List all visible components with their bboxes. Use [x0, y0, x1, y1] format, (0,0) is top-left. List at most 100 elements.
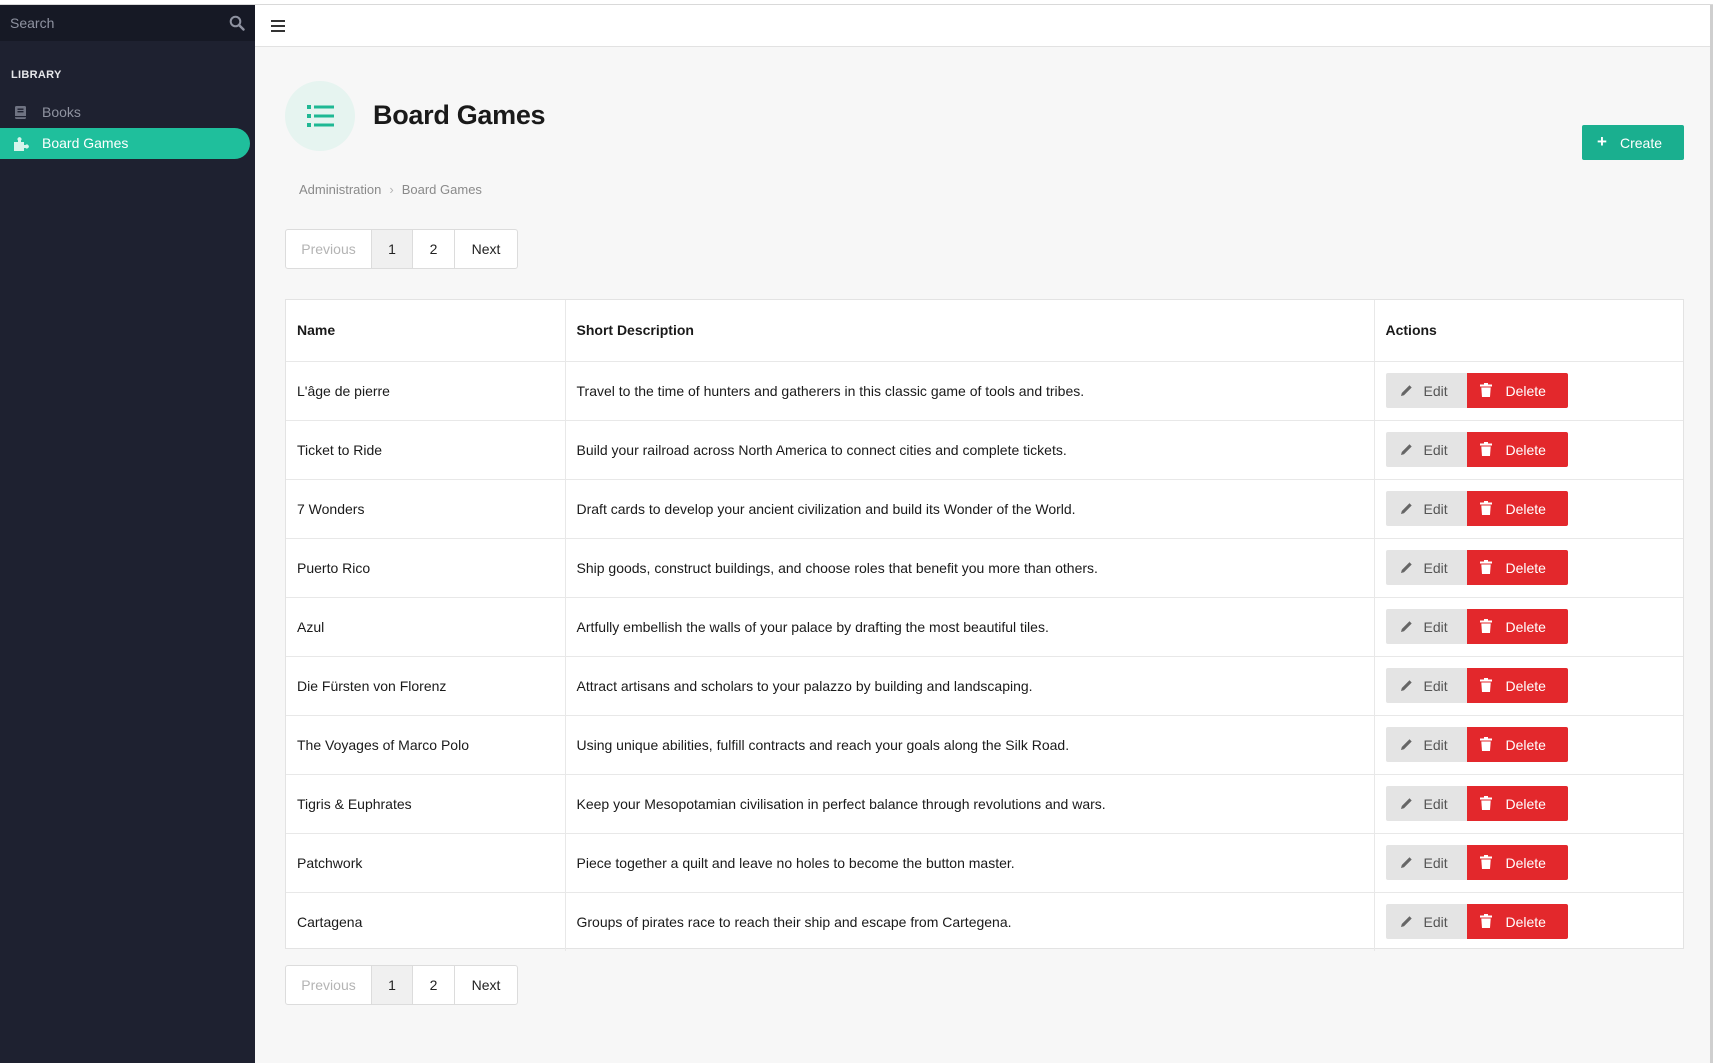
cell-short-description: Groups of pirates race to reach their sh…	[565, 892, 1375, 951]
cell-name: Puerto Rico	[286, 538, 566, 598]
cell-actions: Edit Delete	[1374, 892, 1683, 951]
table-row: Cartagena Groups of pirates race to reach…	[286, 892, 1683, 951]
cell-name: Azul	[286, 597, 566, 657]
cell-actions: Edit Delete	[1374, 479, 1683, 539]
cell-name: Cartagena	[286, 892, 566, 951]
sidebar-item-board-games[interactable]: Board Games	[0, 128, 250, 159]
pagination-top: Previous 1 2 Next	[285, 229, 518, 269]
cell-name: The Voyages of Marco Polo	[286, 715, 566, 775]
delete-button[interactable]: Delete	[1466, 491, 1568, 526]
breadcrumb: Administration › Board Games	[299, 182, 482, 197]
delete-button[interactable]: Delete	[1466, 550, 1568, 585]
cell-name: Tigris & Euphrates	[286, 774, 566, 834]
sidebar-item-label: Board Games	[42, 135, 129, 151]
delete-button[interactable]: Delete	[1466, 432, 1568, 467]
edit-button-label: Edit	[1423, 737, 1448, 753]
delete-button[interactable]: Delete	[1466, 727, 1568, 762]
cell-actions: Edit Delete	[1374, 420, 1683, 480]
table-row: Puerto Rico Ship goods, construct buildin…	[286, 538, 1683, 598]
edit-button-label: Edit	[1423, 619, 1448, 635]
cell-short-description: Draft cards to develop your ancient civi…	[565, 479, 1375, 539]
table-row: 7 Wonders Draft cards to develop your anc…	[286, 479, 1683, 539]
edit-button[interactable]: Edit	[1385, 609, 1471, 644]
create-button-label: Create	[1620, 135, 1663, 151]
table-row: L'âge de pierre Travel to the time of hun…	[286, 361, 1683, 421]
sidebar-item-books[interactable]: Books	[0, 97, 250, 128]
top-bar	[255, 5, 1713, 47]
delete-button-label: Delete	[1505, 501, 1546, 517]
edit-button[interactable]: Edit	[1385, 491, 1471, 526]
edit-button[interactable]: Edit	[1385, 373, 1471, 408]
edit-button[interactable]: Edit	[1385, 668, 1471, 703]
edit-button-label: Edit	[1423, 442, 1448, 458]
sidebar-section-library: LIBRARY	[11, 69, 62, 81]
breadcrumb-item-administration[interactable]: Administration	[299, 182, 381, 197]
delete-button-label: Delete	[1505, 442, 1546, 458]
cell-short-description: Build your railroad across North America…	[565, 420, 1375, 480]
edit-button[interactable]: Edit	[1385, 727, 1471, 762]
cell-name: Ticket to Ride	[286, 420, 566, 480]
breadcrumb-item-board-games: Board Games	[401, 182, 482, 197]
delete-button-label: Delete	[1505, 619, 1546, 635]
pagination-page-2[interactable]: 2	[413, 966, 455, 1004]
menu-toggle-icon[interactable]	[271, 20, 285, 32]
delete-button-label: Delete	[1505, 737, 1546, 753]
delete-button[interactable]: Delete	[1466, 786, 1568, 821]
page-title: Board Games	[373, 100, 546, 130]
cell-actions: Edit Delete	[1374, 774, 1683, 834]
pagination-previous[interactable]: Previous	[286, 230, 372, 268]
column-header-actions: Actions	[1374, 300, 1683, 362]
cell-name: 7 Wonders	[286, 479, 566, 539]
pagination-next[interactable]: Next	[455, 966, 517, 1004]
pagination-next[interactable]: Next	[455, 230, 517, 268]
delete-button[interactable]: Delete	[1466, 373, 1568, 408]
cell-actions: Edit Delete	[1374, 361, 1683, 421]
cell-actions: Edit Delete	[1374, 833, 1683, 893]
table-header-row: Name Short Description Actions	[286, 300, 1683, 362]
edit-button-label: Edit	[1423, 383, 1448, 399]
create-button[interactable]: + Create	[1582, 125, 1684, 160]
pagination-page-2[interactable]: 2	[413, 230, 455, 268]
cell-short-description: Travel to the time of hunters and gather…	[565, 361, 1375, 421]
edit-button-label: Edit	[1423, 914, 1448, 931]
edit-button-label: Edit	[1423, 855, 1448, 871]
list-icon	[285, 81, 355, 151]
cell-name: Die Fürsten von Florenz	[286, 656, 566, 716]
delete-button-label: Delete	[1505, 914, 1546, 931]
pagination-page-1[interactable]: 1	[372, 230, 413, 268]
edit-button[interactable]: Edit	[1385, 845, 1471, 880]
search-input[interactable]: Search	[10, 15, 54, 31]
pagination-page-1[interactable]: 1	[372, 966, 413, 1004]
board-games-table: Name Short Description Actions L'âge de …	[285, 299, 1684, 951]
delete-button-label: Delete	[1505, 796, 1546, 812]
cell-short-description: Attract artisans and scholars to your pa…	[565, 656, 1375, 716]
edit-button[interactable]: Edit	[1385, 550, 1471, 585]
sidebar-item-label: Books	[42, 104, 81, 120]
delete-button[interactable]: Delete	[1466, 668, 1568, 703]
sidebar-search[interactable]: Search	[0, 5, 255, 41]
edit-button-label: Edit	[1423, 796, 1448, 812]
sidebar: Search LIBRARY Books Board Games	[0, 5, 255, 1063]
edit-button-label: Edit	[1423, 560, 1448, 576]
cell-name: Patchwork	[286, 833, 566, 893]
cell-short-description: Keep your Mesopotamian civilisation in p…	[565, 774, 1375, 834]
table-row: Patchwork Piece together a quilt and leav…	[286, 833, 1683, 893]
delete-button-label: Delete	[1505, 383, 1546, 399]
edit-button[interactable]: Edit	[1385, 904, 1471, 940]
delete-button-label: Delete	[1505, 855, 1546, 871]
edit-button[interactable]: Edit	[1385, 432, 1471, 467]
pagination-previous[interactable]: Previous	[286, 966, 372, 1004]
delete-button[interactable]: Delete	[1466, 609, 1568, 644]
search-icon[interactable]	[229, 15, 245, 31]
delete-button-label: Delete	[1505, 678, 1546, 694]
puzzle-icon	[13, 136, 29, 151]
cell-actions: Edit Delete	[1374, 715, 1683, 775]
table-row: Azul Artfully embellish the walls of your…	[286, 597, 1683, 657]
delete-button[interactable]: Delete	[1466, 904, 1568, 940]
edit-button-label: Edit	[1423, 678, 1448, 694]
edit-button[interactable]: Edit	[1385, 786, 1471, 821]
delete-button[interactable]: Delete	[1466, 845, 1568, 880]
cell-actions: Edit Delete	[1374, 538, 1683, 598]
chevron-right-icon: ›	[389, 182, 394, 197]
cell-short-description: Piece together a quilt and leave no hole…	[565, 833, 1375, 893]
